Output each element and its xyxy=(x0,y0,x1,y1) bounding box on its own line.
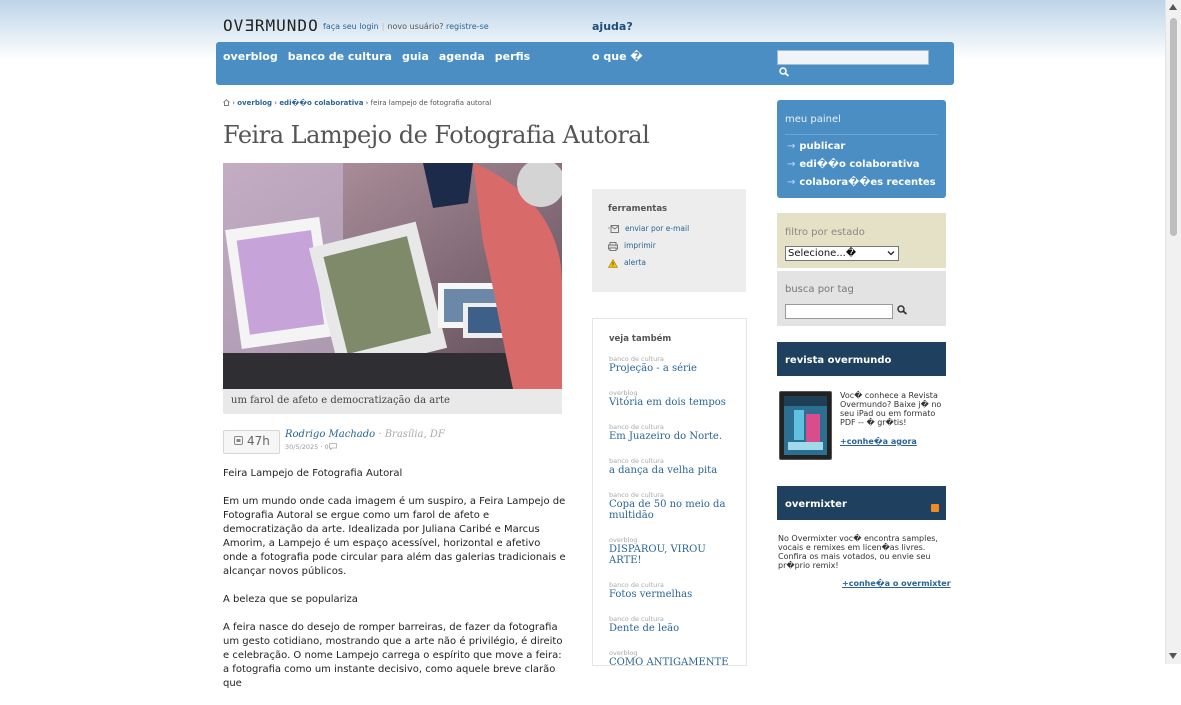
breadcrumb-current: feira lampejo de fotografia autoral xyxy=(370,99,492,107)
tools-title: ferramentas xyxy=(608,204,668,214)
paragraph: A beleza que se populariza xyxy=(223,594,358,605)
nav-item-banco-de-cultura[interactable]: banco de cultura xyxy=(288,50,392,63)
breadcrumb-overblog[interactable]: overblog xyxy=(237,99,272,107)
search-icon[interactable] xyxy=(897,305,908,315)
photo-caption: um farol de afeto e democratização da ar… xyxy=(223,389,562,414)
overmixter-link[interactable]: +conhe�a o overmixter xyxy=(842,579,951,588)
revista-header: revista overmundo xyxy=(777,342,946,376)
list-item[interactable]: banco de cultura Em Juazeiro do Norte. xyxy=(609,423,739,442)
new-user-text: novo usuário? xyxy=(387,22,444,31)
warning-icon xyxy=(607,258,619,268)
list-item[interactable]: banco de cultura Dente de leão xyxy=(609,615,739,634)
login-link[interactable]: faça seu login xyxy=(323,22,379,31)
panel-item-edicao[interactable]: → edi��o colaborativa xyxy=(787,159,920,170)
list-item[interactable]: banco de cultura Fotos vermelhas xyxy=(609,581,739,600)
rss-icon[interactable] xyxy=(931,504,939,512)
overmixter-header: overmixter xyxy=(777,486,946,520)
see-also-title: veja também xyxy=(609,334,672,344)
chevron-down-icon xyxy=(887,251,895,256)
help-link[interactable]: ajuda? xyxy=(592,20,633,33)
scroll-down-icon[interactable] xyxy=(1169,653,1177,659)
state-select[interactable]: Selecione...� xyxy=(785,246,899,261)
tag-search: busca por tag xyxy=(777,271,946,326)
article-body: Feira Lampejo de Fotografia Autoral Em u… xyxy=(223,467,568,705)
paragraph: Em um mundo onde cada imagem é um suspir… xyxy=(223,496,566,577)
clock-icon xyxy=(234,436,243,445)
list-item[interactable]: overblog COMO ANTIGAMENTE xyxy=(609,649,739,665)
scroll-up-icon[interactable] xyxy=(1169,4,1177,10)
author-line: Rodrigo Machado · Brasília, DF xyxy=(285,429,445,440)
time-badge: 47h xyxy=(223,430,280,454)
email-icon xyxy=(608,225,619,233)
paragraph: A feira nasce do desejo de romper barrei… xyxy=(223,622,563,689)
revista-link[interactable]: +conhe�a agora xyxy=(840,437,917,446)
nav-item-guia[interactable]: guia xyxy=(402,50,429,63)
tag-search-title: busca por tag xyxy=(785,284,854,295)
nav-item-agenda[interactable]: agenda xyxy=(439,50,485,63)
user-links: faça seu login | novo usuário? registre-se xyxy=(323,22,489,31)
home-icon[interactable] xyxy=(223,99,230,106)
arrow-right-icon: → xyxy=(787,141,796,152)
nav-items: overblog banco de cultura guia agenda pe… xyxy=(223,50,530,63)
comment-icon[interactable] xyxy=(328,443,337,451)
panel-title: meu painel xyxy=(785,114,841,125)
post-date: 30/5/2025 · 0 xyxy=(285,443,337,451)
arrow-right-icon: → xyxy=(787,177,796,188)
my-panel: meu painel → publicar → edi��o colaborativ… xyxy=(777,100,946,198)
overmixter-text: No Overmixter voc� encontra samples, voc… xyxy=(778,534,938,570)
filter-title: filtro por estado xyxy=(785,227,865,238)
tools-box: ferramentas enviar por e-mail imprimir a… xyxy=(592,189,746,292)
list-item[interactable]: banco de cultura Projeção - a série xyxy=(609,355,739,374)
author-location: · Brasília, DF xyxy=(378,429,445,440)
search-icon[interactable] xyxy=(779,67,790,77)
article-photo xyxy=(223,163,562,389)
arrow-right-icon: → xyxy=(787,159,796,170)
list-item[interactable]: banco de cultura Copa de 50 no meio da mu… xyxy=(609,491,739,521)
alert-link[interactable]: alerta xyxy=(607,258,646,268)
page-title: Feira Lampejo de Fotografia Autoral xyxy=(223,121,650,149)
revista-cover-image[interactable] xyxy=(779,391,832,460)
breadcrumb: › overblog › edi��o colaborativa › feira… xyxy=(223,99,491,107)
main-nav: overblog banco de cultura guia agenda pe… xyxy=(216,42,954,85)
revista-text: Voc� conhece a Revista Overmundo? Baixe … xyxy=(840,391,942,427)
site-logo[interactable]: OVƎRMUNDO xyxy=(223,16,319,35)
list-item[interactable]: banco de cultura a dança da velha pita xyxy=(609,457,739,476)
scrollbar-thumb[interactable] xyxy=(1170,18,1177,236)
breadcrumb-edicao-colaborativa[interactable]: edi��o colaborativa xyxy=(279,99,363,107)
nav-item-o-que[interactable]: o que � xyxy=(592,50,643,63)
nav-search-input[interactable] xyxy=(777,50,929,65)
register-link[interactable]: registre-se xyxy=(446,22,489,31)
printer-icon xyxy=(608,241,618,251)
divider xyxy=(785,134,938,135)
tag-search-input[interactable] xyxy=(785,304,893,319)
page-scrollbar[interactable] xyxy=(1165,0,1181,664)
list-item[interactable]: overblog Vitória em dois tempos xyxy=(609,389,739,408)
paragraph: Feira Lampejo de Fotografia Autoral xyxy=(223,468,403,479)
author-name[interactable]: Rodrigo Machado xyxy=(285,429,375,440)
see-also-box: veja também banco de cultura Projeção - a… xyxy=(592,318,747,666)
email-link[interactable]: enviar por e-mail xyxy=(608,224,689,233)
list-item[interactable]: overblog DISPAROU, VIROU ARTE! xyxy=(609,536,739,566)
panel-item-colaboracoes[interactable]: → colabora��es recentes xyxy=(787,177,936,188)
state-filter: filtro por estado Selecione...� xyxy=(777,213,946,268)
panel-item-publicar[interactable]: → publicar xyxy=(787,141,845,152)
print-link[interactable]: imprimir xyxy=(608,241,656,251)
nav-item-overblog[interactable]: overblog xyxy=(223,50,278,63)
nav-item-perfis[interactable]: perfis xyxy=(495,50,530,63)
